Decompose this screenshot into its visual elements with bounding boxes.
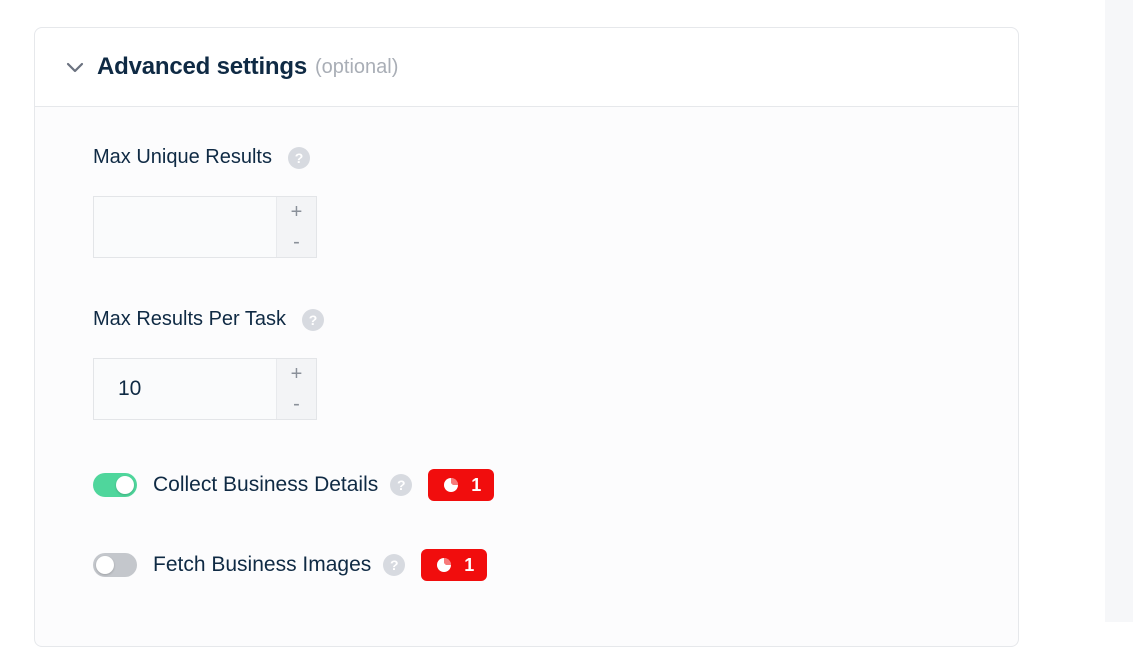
badge-count: 1 (464, 554, 475, 575)
increment-button[interactable]: + (277, 197, 316, 227)
max-unique-results-input[interactable] (94, 197, 276, 257)
help-icon[interactable]: ? (383, 554, 406, 576)
advanced-settings-panel: Advanced settings (optional) Max Unique … (34, 27, 1019, 647)
credit-badge: 1 (428, 469, 495, 501)
stepper-buttons: + - (276, 359, 316, 419)
decrement-button[interactable]: - (277, 227, 316, 257)
fetch-business-images-toggle[interactable] (93, 553, 137, 577)
field-label-text: Max Results Per Task (93, 308, 287, 330)
max-unique-results-stepper: + - (93, 196, 317, 258)
field-label-text: Max Unique Results (93, 146, 272, 168)
help-icon[interactable]: ? (287, 146, 310, 169)
badge-count: 1 (471, 474, 482, 495)
optional-label: (optional) (315, 55, 399, 78)
credit-badge: 1 (421, 549, 488, 581)
max-results-per-task-stepper: 10 + - (93, 358, 317, 420)
toggle-knob (96, 556, 114, 574)
chevron-down-icon[interactable] (65, 57, 85, 77)
max-results-per-task-label: Max Results Per Task ? (93, 308, 325, 331)
help-icon[interactable]: ? (302, 308, 325, 331)
max-results-per-task-input[interactable]: 10 (94, 359, 276, 419)
right-gutter (1105, 0, 1133, 622)
toggle-label: Fetch Business Images (153, 553, 372, 576)
credit-icon (437, 558, 452, 572)
credit-icon (444, 478, 459, 492)
increment-button[interactable]: + (277, 359, 316, 389)
fetch-business-images-row: Fetch Business Images ? 1 (93, 549, 488, 581)
section-title: Advanced settings (97, 53, 307, 80)
stepper-buttons: + - (276, 197, 316, 257)
help-icon[interactable]: ? (390, 474, 413, 496)
toggle-knob (116, 476, 134, 494)
max-unique-results-label: Max Unique Results ? (93, 146, 310, 169)
toggle-label: Collect Business Details (153, 473, 379, 496)
collect-business-details-row: Collect Business Details ? 1 (93, 469, 495, 501)
advanced-settings-header[interactable]: Advanced settings (optional) (35, 28, 1018, 107)
decrement-button[interactable]: - (277, 389, 316, 419)
collect-business-details-toggle[interactable] (93, 473, 137, 497)
